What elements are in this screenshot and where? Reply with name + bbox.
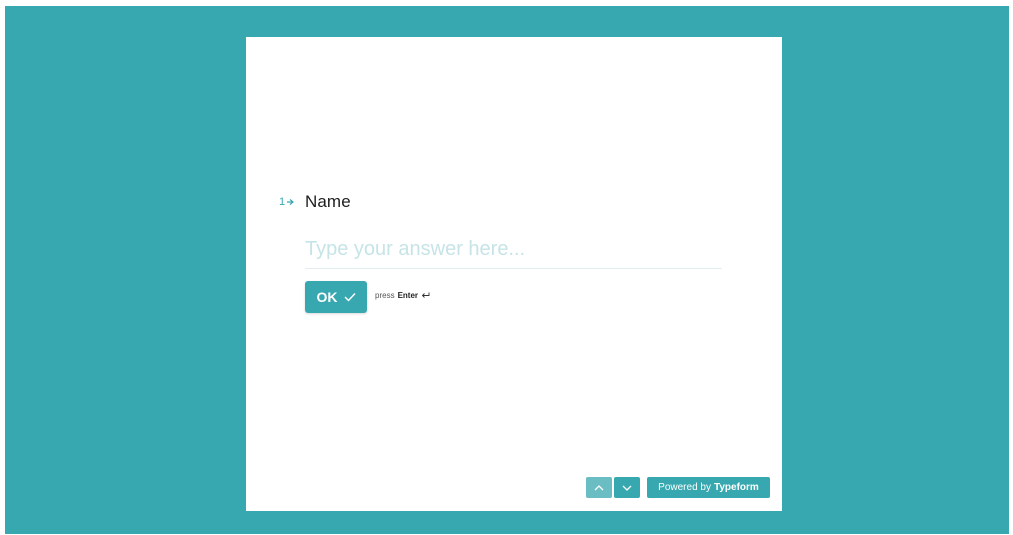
ok-button-label: OK [316, 289, 338, 305]
page-background: 1 Name OK press Enter [5, 6, 1009, 534]
question-navigation [586, 477, 640, 498]
ok-button[interactable]: OK [305, 281, 367, 313]
powered-by-typeform-link[interactable]: Powered by Typeform [647, 477, 770, 498]
question-title: Name [305, 192, 351, 211]
answer-input[interactable] [305, 235, 722, 269]
press-enter-hint: press Enter [375, 291, 430, 300]
question-header: 1 Name [279, 192, 351, 212]
check-icon [344, 293, 356, 302]
form-card: 1 Name OK press Enter [246, 37, 782, 511]
chevron-up-icon [594, 484, 604, 490]
question-number: 1 [279, 196, 305, 208]
press-hint-text: press [375, 291, 395, 300]
chevron-down-icon [622, 485, 632, 491]
powered-by-brand: Typeform [713, 482, 759, 493]
powered-by-prefix: Powered by [658, 482, 711, 493]
previous-question-button[interactable] [586, 477, 612, 498]
next-question-button[interactable] [614, 477, 640, 498]
enter-key-icon [421, 292, 430, 298]
arrow-right-icon [287, 199, 295, 205]
enter-key-label: Enter [397, 291, 419, 300]
question-number-text: 1 [279, 196, 286, 208]
